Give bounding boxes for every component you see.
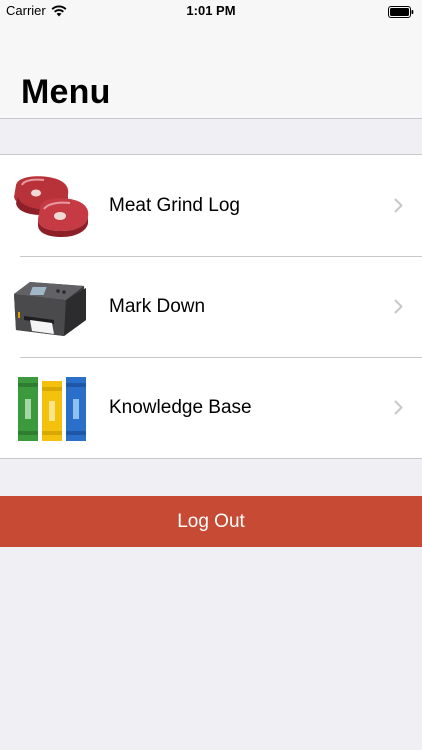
chevron-right-icon bbox=[394, 400, 403, 415]
menu-item-mark-down[interactable]: Mark Down bbox=[0, 256, 422, 357]
menu-list: Meat Grind Log Mark Down Knowledge Base bbox=[0, 154, 422, 459]
logout-button[interactable]: Log Out bbox=[0, 496, 422, 547]
menu-item-knowledge-base[interactable]: Knowledge Base bbox=[0, 357, 422, 458]
menu-item-label: Knowledge Base bbox=[109, 397, 252, 418]
chevron-right-icon bbox=[394, 198, 403, 213]
meat-steak-icon bbox=[14, 176, 89, 237]
books-icon bbox=[18, 377, 86, 441]
chevron-right-icon bbox=[394, 299, 403, 314]
navigation-header: Menu bbox=[0, 22, 422, 119]
page-title: Menu bbox=[21, 73, 111, 111]
battery-icon bbox=[388, 6, 414, 18]
menu-item-meat-grind-log[interactable]: Meat Grind Log bbox=[0, 155, 422, 256]
status-bar: Carrier 1:01 PM bbox=[0, 0, 422, 22]
status-right bbox=[388, 5, 414, 23]
menu-item-label: Meat Grind Log bbox=[109, 195, 240, 216]
status-time: 1:01 PM bbox=[186, 3, 236, 18]
menu-item-label: Mark Down bbox=[109, 296, 206, 317]
label-printer-icon bbox=[14, 282, 86, 336]
